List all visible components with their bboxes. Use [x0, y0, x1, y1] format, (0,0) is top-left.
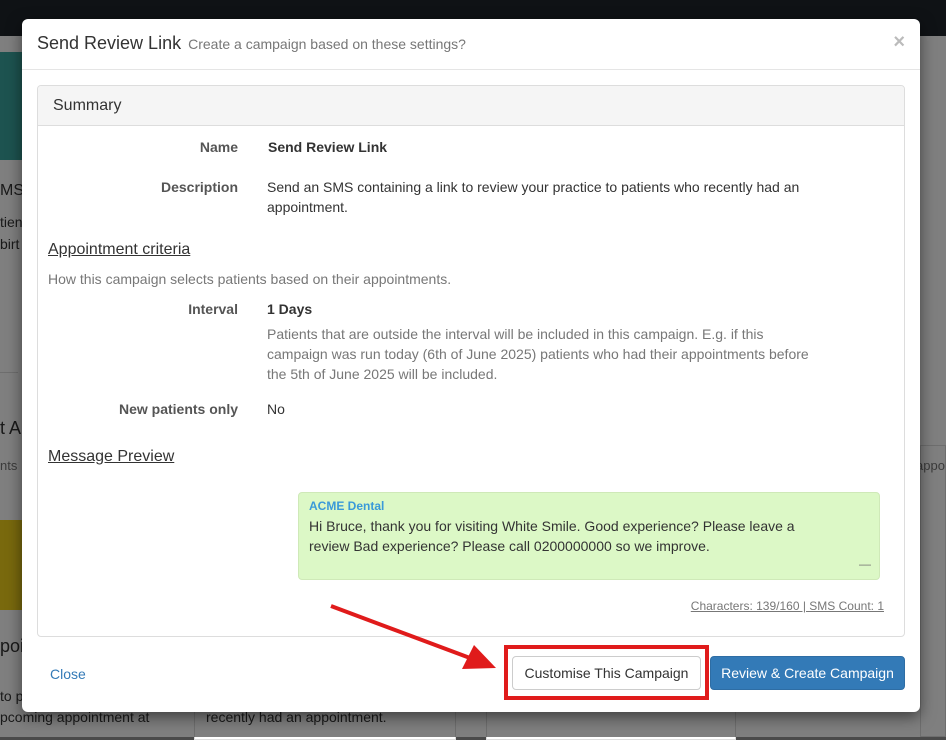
review-create-campaign-button[interactable]: Review & Create Campaign: [710, 656, 905, 690]
close-icon[interactable]: ×: [893, 32, 905, 52]
sms-body-line-2: review Bad experience? Please call 02000…: [309, 538, 710, 554]
sms-body-line-1: Hi Bruce, thank you for visiting White S…: [309, 518, 795, 534]
description-value-line-2: appointment.: [267, 199, 348, 215]
summary-heading-text: Summary: [53, 97, 122, 114]
sms-character-count: Characters: 139/160 | SMS Count: 1: [690, 599, 884, 613]
interval-value: 1 Days: [267, 301, 313, 317]
sms-sender: ACME Dental: [309, 499, 385, 513]
sms-signature-dash: —: [859, 557, 871, 571]
new-patients-label: New patients only: [118, 401, 238, 417]
interval-label: Interval: [188, 301, 238, 317]
appointment-criteria-title: Appointment criteria: [48, 241, 191, 258]
appointment-criteria-help: How this campaign selects patients based…: [48, 271, 452, 287]
modal-title-text: Send Review Link: [37, 33, 182, 53]
send-review-link-dialog: Send Review Link Create a campaign based…: [22, 19, 920, 712]
new-patients-value: No: [267, 401, 285, 417]
modal-header: Send Review Link Create a campaign based…: [22, 19, 920, 70]
sms-body: Hi Bruce, thank you for visiting White S…: [309, 516, 829, 556]
description-label: Description: [160, 179, 238, 195]
modal-subtitle: Create a campaign based on these setting…: [188, 36, 466, 52]
annotation-highlight-box: [504, 645, 709, 700]
summary-panel: Summary Name Send Review Link Descriptio…: [37, 85, 905, 637]
sms-preview-bubble: ACME Dental Hi Bruce, thank you for visi…: [298, 492, 880, 580]
interval-help-line-2: campaign was run today (6th of June 2025…: [267, 346, 809, 362]
name-label: Name: [199, 139, 238, 155]
modal-title: Send Review Link Create a campaign based…: [37, 33, 466, 54]
interval-help-line-3: the 5th of June 2025 will be included.: [267, 366, 498, 382]
description-value-line-1: Send an SMS containing a link to review …: [267, 179, 800, 195]
summary-panel-heading: Summary: [38, 86, 904, 126]
message-preview-title: Message Preview: [48, 448, 175, 465]
interval-help-line-1: Patients that are outside the interval w…: [267, 326, 764, 342]
close-link[interactable]: Close: [50, 666, 86, 682]
name-value: Send Review Link: [268, 139, 388, 155]
